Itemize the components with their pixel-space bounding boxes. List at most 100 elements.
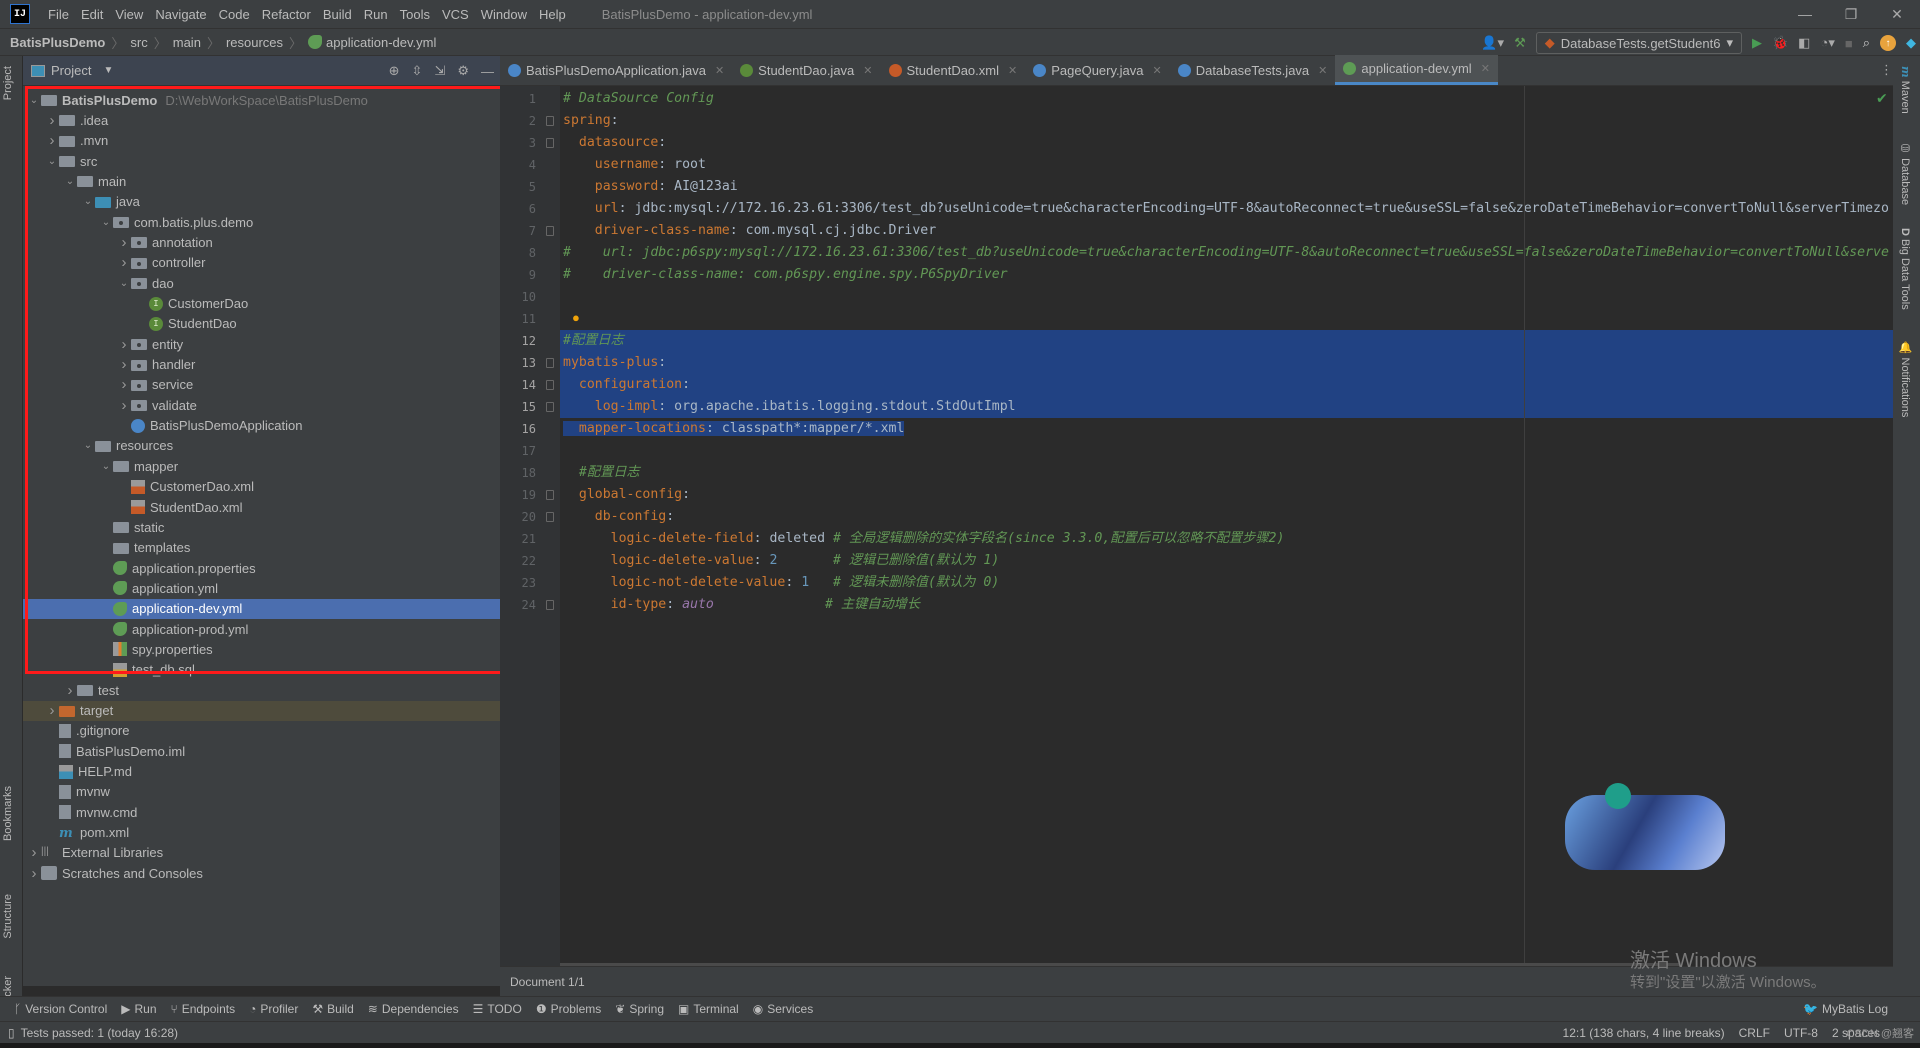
close-tab-icon[interactable]: ✕ <box>715 64 724 77</box>
tool-build[interactable]: ⚒ Build <box>312 1002 353 1016</box>
fold-marker-icon[interactable] <box>546 116 554 126</box>
menu-view[interactable]: View <box>109 7 149 22</box>
coverage-icon[interactable]: ◧ <box>1798 35 1810 51</box>
more-tabs-icon[interactable]: ⋮ <box>1880 62 1893 78</box>
menu-tools[interactable]: Tools <box>394 7 436 22</box>
chevron-down-icon[interactable]: ▼ <box>103 65 113 76</box>
update-icon[interactable]: ↑ <box>1880 35 1896 51</box>
hide-panel-icon[interactable]: — <box>481 64 494 79</box>
breadcrumb-resources[interactable]: resources <box>226 35 283 50</box>
close-tab-icon[interactable]: ✕ <box>1481 62 1490 75</box>
tool-spring[interactable]: ❦ Spring <box>615 1002 664 1016</box>
collapse-all-icon[interactable]: ⇲ <box>434 63 445 79</box>
tree-item[interactable]: › ||| External Libraries <box>23 843 500 863</box>
line-separator[interactable]: CRLF <box>1739 1026 1770 1040</box>
tool-version-control[interactable]: ᚴ Version Control <box>14 1002 107 1016</box>
menu-vcs[interactable]: VCS <box>436 7 475 22</box>
menu-window[interactable]: Window <box>475 7 533 22</box>
database-tool-tab[interactable]: ⛁ Database <box>1899 142 1912 205</box>
tool-services[interactable]: ◉ Services <box>753 1002 814 1016</box>
project-tool-tab[interactable]: Project <box>2 66 14 100</box>
maven-tool-tab[interactable]: m Maven <box>1899 66 1912 114</box>
tests-status[interactable]: Tests passed: 1 (today 16:28) <box>21 1026 178 1040</box>
breadcrumb-project[interactable]: BatisPlusDemo <box>10 35 105 50</box>
tool-terminal[interactable]: ▣ Terminal <box>678 1002 739 1016</box>
breadcrumb-file[interactable]: application-dev.yml <box>326 35 436 50</box>
profiler-icon[interactable]: ◔▾ <box>1820 35 1834 51</box>
editor-tab[interactable]: StudentDao.xml ✕ <box>881 55 1026 85</box>
bookmarks-tool-tab[interactable]: Bookmarks <box>2 786 14 841</box>
menu-navigate[interactable]: Navigate <box>149 7 212 22</box>
minimize-button[interactable]: — <box>1782 0 1828 28</box>
chevron-right-icon[interactable]: › <box>45 702 59 719</box>
tree-item[interactable]: mvnw <box>23 782 500 802</box>
project-view-title[interactable]: Project <box>51 63 91 78</box>
build-hammer-icon[interactable]: ⚒ <box>1514 35 1526 51</box>
file-encoding[interactable]: UTF-8 <box>1784 1026 1818 1040</box>
expand-all-icon[interactable]: ⇳ <box>412 63 423 79</box>
jetbrains-toolbox-icon[interactable]: ◆ <box>1906 35 1916 51</box>
tree-item[interactable]: HELP.md <box>23 762 500 782</box>
fold-marker-icon[interactable] <box>546 600 554 610</box>
chevron-right-icon[interactable]: › <box>27 844 41 861</box>
tree-item[interactable]: › target <box>23 700 500 721</box>
inspection-ok-icon[interactable]: ✔ <box>1876 90 1888 107</box>
restore-button[interactable]: ❐ <box>1828 0 1874 28</box>
tool-endpoints[interactable]: ⑂ Endpoints <box>171 1002 236 1016</box>
menu-run[interactable]: Run <box>358 7 394 22</box>
locate-file-icon[interactable]: ⊕ <box>389 63 400 79</box>
chevron-right-icon[interactable]: › <box>27 865 41 882</box>
fold-marker-icon[interactable] <box>546 512 554 522</box>
gear-icon[interactable]: ⚙ <box>457 63 469 79</box>
tree-item[interactable]: › test <box>23 680 500 700</box>
stop-icon[interactable]: ■ <box>1845 36 1853 51</box>
tool-todo[interactable]: ☰ TODO <box>473 1002 522 1016</box>
tree-item[interactable]: BatisPlusDemo.iml <box>23 741 500 761</box>
caret-position[interactable]: 12:1 (138 chars, 4 line breaks) <box>1563 1026 1725 1040</box>
close-window-button[interactable]: ✕ <box>1874 0 1920 28</box>
mascot-character-image[interactable] <box>1565 783 1725 870</box>
breadcrumb-src[interactable]: src <box>130 35 147 50</box>
fold-marker-icon[interactable] <box>546 226 554 236</box>
close-tab-icon[interactable]: ✕ <box>1152 64 1161 77</box>
fold-marker-icon[interactable] <box>546 358 554 368</box>
tool-run[interactable]: ▶ Run <box>121 1002 156 1016</box>
editor-tab[interactable]: PageQuery.java ✕ <box>1025 55 1169 85</box>
editor-tab[interactable]: StudentDao.java ✕ <box>732 55 880 85</box>
editor-tab[interactable]: application-dev.yml ✕ <box>1335 55 1498 85</box>
tree-item[interactable]: m pom.xml <box>23 823 500 843</box>
tree-item[interactable]: › Scratches and Consoles <box>23 863 500 883</box>
fold-marker-icon[interactable] <box>546 490 554 500</box>
close-tab-icon[interactable]: ✕ <box>1318 64 1327 77</box>
tree-item[interactable]: .gitignore <box>23 721 500 741</box>
chevron-right-icon[interactable]: › <box>63 682 77 699</box>
menu-code[interactable]: Code <box>213 7 256 22</box>
menu-edit[interactable]: Edit <box>75 7 109 22</box>
fold-marker-icon[interactable] <box>546 380 554 390</box>
run-configuration-select[interactable]: ◆ DatabaseTests.getStudent6 ▾ <box>1535 32 1742 54</box>
tool-profiler[interactable]: ◔ Profiler <box>249 1002 298 1016</box>
menu-help[interactable]: Help <box>533 7 572 22</box>
editor-tab[interactable]: BatisPlusDemoApplication.java ✕ <box>500 55 732 85</box>
fold-marker-icon[interactable] <box>546 138 554 148</box>
structure-tool-tab[interactable]: Structure <box>2 894 14 939</box>
debug-icon[interactable]: 🐞 <box>1772 35 1788 51</box>
intention-bulb-icon[interactable]: ● <box>572 310 580 325</box>
tool-problems[interactable]: ❶ Problems <box>536 1002 601 1016</box>
tool-dependencies[interactable]: ≋ Dependencies <box>368 1002 459 1016</box>
editor-tab[interactable]: DatabaseTests.java ✕ <box>1170 55 1336 85</box>
tool-mybatis-log[interactable]: 🐦 MyBatis Log <box>1803 1002 1888 1016</box>
breadcrumb-main[interactable]: main <box>173 35 201 50</box>
close-tab-icon[interactable]: ✕ <box>863 64 872 77</box>
fold-marker-icon[interactable] <box>546 402 554 412</box>
search-icon[interactable]: ⌕ <box>1863 35 1870 51</box>
run-icon[interactable]: ▶ <box>1752 35 1762 51</box>
menu-refactor[interactable]: Refactor <box>256 7 317 22</box>
tree-item[interactable]: mvnw.cmd <box>23 802 500 822</box>
close-tab-icon[interactable]: ✕ <box>1008 64 1017 77</box>
user-icon[interactable]: 👤▾ <box>1481 35 1504 51</box>
menu-build[interactable]: Build <box>317 7 358 22</box>
menu-file[interactable]: File <box>42 7 75 22</box>
notifications-tool-tab[interactable]: 🔔 Notifications <box>1899 341 1912 417</box>
big-data-tools-tab[interactable]: D Big Data Tools <box>1899 228 1911 310</box>
